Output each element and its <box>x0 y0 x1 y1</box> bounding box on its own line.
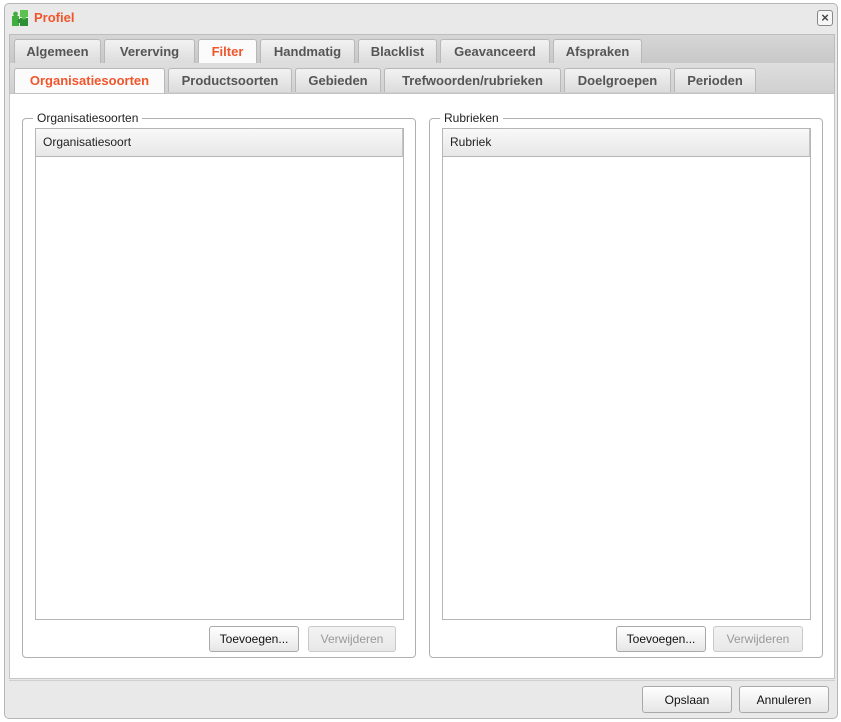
tab-perioden[interactable]: Perioden <box>674 68 756 92</box>
main-tab-bar: Algemeen Vererving Filter Handmatig Blac… <box>9 34 835 64</box>
remove-rubriek-button[interactable]: Verwijderen <box>713 626 803 652</box>
tab-organisatiesoorten[interactable]: Organisatiesoorten <box>14 68 165 93</box>
close-icon[interactable]: × <box>817 10 833 26</box>
save-button[interactable]: Opslaan <box>642 686 732 713</box>
window-title: Profiel <box>34 10 75 25</box>
rubrieken-group: Rubrieken Rubriek Toevoegen... Verwijder… <box>429 111 823 658</box>
group-legend: Organisatiesoorten <box>33 111 143 125</box>
sub-tab-bar: Organisatiesoorten Productsoorten Gebied… <box>9 63 835 94</box>
tab-geavanceerd[interactable]: Geavanceerd <box>440 39 550 63</box>
profile-dialog: Profiel × Algemeen Vererving Filter Hand… <box>4 3 838 719</box>
tab-content: Organisatiesoorten Organisatiesoort Toev… <box>9 94 835 679</box>
tab-algemeen[interactable]: Algemeen <box>14 39 101 63</box>
rubrieken-grid[interactable]: Rubriek <box>442 128 811 620</box>
tab-vererving[interactable]: Vererving <box>104 39 195 63</box>
column-header-rubriek[interactable]: Rubriek <box>443 129 810 157</box>
add-rubriek-button[interactable]: Toevoegen... <box>616 626 706 652</box>
column-header-organisatiesoort[interactable]: Organisatiesoort <box>36 129 403 157</box>
tab-gebieden[interactable]: Gebieden <box>295 68 381 92</box>
add-organisatiesoort-button[interactable]: Toevoegen... <box>209 626 299 652</box>
tab-trefwoorden-rubrieken[interactable]: Trefwoorden/rubrieken <box>384 68 561 92</box>
tab-filter[interactable]: Filter <box>198 39 257 64</box>
puzzle-icon <box>11 9 29 27</box>
cancel-button[interactable]: Annuleren <box>739 686 829 713</box>
remove-organisatiesoort-button[interactable]: Verwijderen <box>308 626 396 652</box>
tab-doelgroepen[interactable]: Doelgroepen <box>564 68 671 92</box>
tab-afspraken[interactable]: Afspraken <box>553 39 642 63</box>
footer-divider <box>9 680 835 681</box>
tab-blacklist[interactable]: Blacklist <box>358 39 437 63</box>
organisatiesoorten-group: Organisatiesoorten Organisatiesoort Toev… <box>22 111 416 658</box>
group-legend: Rubrieken <box>440 111 503 125</box>
tab-handmatig[interactable]: Handmatig <box>260 39 355 63</box>
organisatiesoorten-grid[interactable]: Organisatiesoort <box>35 128 404 620</box>
titlebar: Profiel × <box>5 4 837 32</box>
tab-productsoorten[interactable]: Productsoorten <box>168 68 292 92</box>
